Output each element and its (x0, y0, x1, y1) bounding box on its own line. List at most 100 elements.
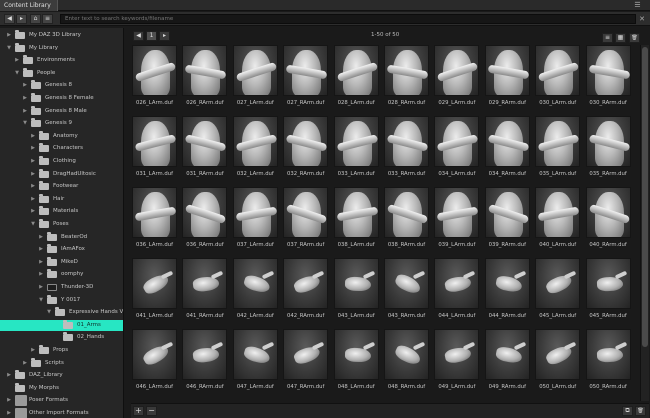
content-library-tab[interactable]: Content Library (0, 0, 58, 11)
tree-item[interactable]: ▶ DAZ_Library (0, 370, 123, 381)
tree-item[interactable]: ▼ Y 0017 (0, 294, 123, 306)
close-icon[interactable]: ✕ (637, 14, 647, 24)
chevron-right-icon[interactable]: ▶ (30, 143, 36, 154)
tree-item[interactable]: My Morphs (0, 382, 123, 394)
chevron-right-icon[interactable]: ▶ (6, 408, 12, 418)
asset-tile[interactable]: 041_LArm.duf (131, 258, 178, 328)
asset-tile[interactable]: 030_RArm.duf (585, 45, 632, 115)
vertical-scrollbar[interactable] (640, 45, 649, 401)
next-page-icon[interactable]: ▸ (159, 31, 170, 41)
chevron-right-icon[interactable]: ▶ (30, 345, 36, 356)
tree-item[interactable]: ▶ Hair (0, 193, 123, 205)
tree-item[interactable]: ▶ My DAZ 3D Library (0, 30, 123, 41)
asset-tile[interactable]: 044_RArm.duf (484, 258, 531, 328)
chevron-right-icon[interactable]: ▶ (6, 395, 12, 406)
asset-tile[interactable]: 036_LArm.duf (131, 187, 178, 257)
tree-item[interactable]: ▶ IAmAFox (0, 244, 123, 255)
asset-tile[interactable]: 047_LArm.duf (232, 329, 279, 399)
tree-item[interactable]: ▶ Characters (0, 143, 123, 154)
asset-tile[interactable]: 032_RArm.duf (282, 116, 329, 186)
asset-tile[interactable]: 039_RArm.duf (484, 187, 531, 257)
asset-tile[interactable]: 038_RArm.duf (383, 187, 430, 257)
asset-tile[interactable]: 039_LArm.duf (433, 187, 480, 257)
chevron-right-icon[interactable]: ▶ (30, 194, 36, 205)
asset-tile[interactable]: 028_LArm.duf (333, 45, 380, 115)
tree-item[interactable]: 02_Hands (0, 332, 123, 343)
chevron-right-icon[interactable]: ▶ (6, 30, 12, 41)
asset-tile[interactable]: 034_RArm.duf (484, 116, 531, 186)
asset-tile[interactable]: 030_LArm.duf (534, 45, 581, 115)
back-arrow-icon[interactable]: ◀ (4, 14, 15, 24)
asset-tile[interactable]: 031_RArm.duf (181, 116, 228, 186)
asset-tile[interactable]: 048_RArm.duf (383, 329, 430, 399)
chevron-down-icon[interactable]: ▼ (46, 307, 52, 318)
asset-tile[interactable]: 037_LArm.duf (232, 187, 279, 257)
chevron-right-icon[interactable]: ▶ (38, 244, 44, 255)
chevron-right-icon[interactable]: ▶ (38, 257, 44, 268)
tree-item[interactable]: ▶ Genesis 8 Female (0, 93, 123, 104)
tree-item[interactable]: ▼ Expressive Hands Vol... (0, 307, 123, 318)
chevron-down-icon[interactable]: ▼ (6, 43, 12, 54)
chevron-down-icon[interactable]: ▼ (30, 219, 36, 230)
asset-tile[interactable]: 027_RArm.duf (282, 45, 329, 115)
asset-tile[interactable]: 049_RArm.duf (484, 329, 531, 399)
tree-item[interactable]: ▶ BeaterOd (0, 231, 123, 243)
chevron-right-icon[interactable]: ▶ (22, 106, 28, 117)
asset-tile[interactable]: 035_LArm.duf (534, 116, 581, 186)
tree-item[interactable]: ▶ Genesis 8 (0, 80, 123, 91)
tree-item[interactable]: ▶ oomphy (0, 269, 123, 280)
menu-lines-icon[interactable]: ☰ (633, 2, 642, 9)
tree-item[interactable]: ▶ Poser Formats (0, 395, 123, 407)
trash-icon[interactable]: 🗑 (629, 33, 640, 43)
chevron-right-icon[interactable]: ▶ (22, 80, 28, 91)
chevron-down-icon[interactable]: ▼ (22, 118, 28, 129)
asset-tile[interactable]: 044_LArm.duf (433, 258, 480, 328)
tree-item[interactable]: ▼ Genesis 9 (0, 118, 123, 129)
tree-item[interactable]: ▶ Clothing (0, 156, 123, 167)
asset-tile[interactable]: 049_LArm.duf (433, 329, 480, 399)
footer-trash-icon[interactable]: 🗑 (635, 406, 646, 416)
asset-tile[interactable]: 048_LArm.duf (333, 329, 380, 399)
tree-item[interactable]: ▼ People (0, 67, 123, 79)
asset-tile[interactable]: 046_LArm.duf (131, 329, 178, 399)
prev-page-icon[interactable]: ◀ (133, 31, 144, 41)
tree-item[interactable]: ▼ My Library (0, 42, 123, 54)
asset-tile[interactable]: 043_LArm.duf (333, 258, 380, 328)
tree-item[interactable]: ▶ Anatomy (0, 130, 123, 142)
tree-item[interactable]: ▶ Footwear (0, 181, 123, 192)
tree-item[interactable]: ▼ Poses (0, 219, 123, 230)
asset-tile[interactable]: 037_RArm.duf (282, 187, 329, 257)
chevron-right-icon[interactable]: ▶ (22, 358, 28, 369)
asset-tile[interactable]: 047_RArm.duf (282, 329, 329, 399)
chevron-right-icon[interactable]: ▶ (38, 269, 44, 280)
chevron-right-icon[interactable]: ▶ (30, 181, 36, 192)
asset-tile[interactable]: 036_RArm.duf (181, 187, 228, 257)
tree-item[interactable]: 01_Arms (0, 319, 123, 331)
asset-tile[interactable]: 042_LArm.duf (232, 258, 279, 328)
chevron-right-icon[interactable]: ▶ (22, 93, 28, 104)
asset-tile[interactable]: 043_RArm.duf (383, 258, 430, 328)
list-view-icon[interactable]: ≡ (602, 33, 613, 43)
asset-tile[interactable]: 038_LArm.duf (333, 187, 380, 257)
asset-tile[interactable]: 045_RArm.duf (585, 258, 632, 328)
chevron-right-icon[interactable]: ▶ (6, 370, 12, 381)
tree-item[interactable]: ▶ DragHadUltosic (0, 168, 123, 180)
forward-arrow-icon[interactable]: ▸ (16, 14, 27, 24)
add-icon[interactable]: + (133, 406, 144, 416)
folder-tree[interactable]: ▶ My DAZ 3D Library ▼ My Library ▶ Environmen… (0, 28, 124, 418)
chevron-right-icon[interactable]: ▶ (38, 232, 44, 243)
asset-tile[interactable]: 032_LArm.duf (232, 116, 279, 186)
asset-tile[interactable]: 028_RArm.duf (383, 45, 430, 115)
scrollbar-thumb[interactable] (642, 47, 648, 347)
asset-tile[interactable]: 040_LArm.duf (534, 187, 581, 257)
asset-tile[interactable]: 027_LArm.duf (232, 45, 279, 115)
tree-item[interactable]: ▶ Genesis 8 Male (0, 105, 123, 117)
asset-tile[interactable]: 026_RArm.duf (181, 45, 228, 115)
asset-tile[interactable]: 033_LArm.duf (333, 116, 380, 186)
asset-tile[interactable]: 040_RArm.duf (585, 187, 632, 257)
asset-tile[interactable]: 031_LArm.duf (131, 116, 178, 186)
tree-item[interactable]: ▶ Props (0, 345, 123, 356)
chevron-down-icon[interactable]: ▼ (38, 295, 44, 306)
remove-icon[interactable]: − (146, 406, 157, 416)
grid-view-icon[interactable]: ▦ (615, 33, 626, 43)
